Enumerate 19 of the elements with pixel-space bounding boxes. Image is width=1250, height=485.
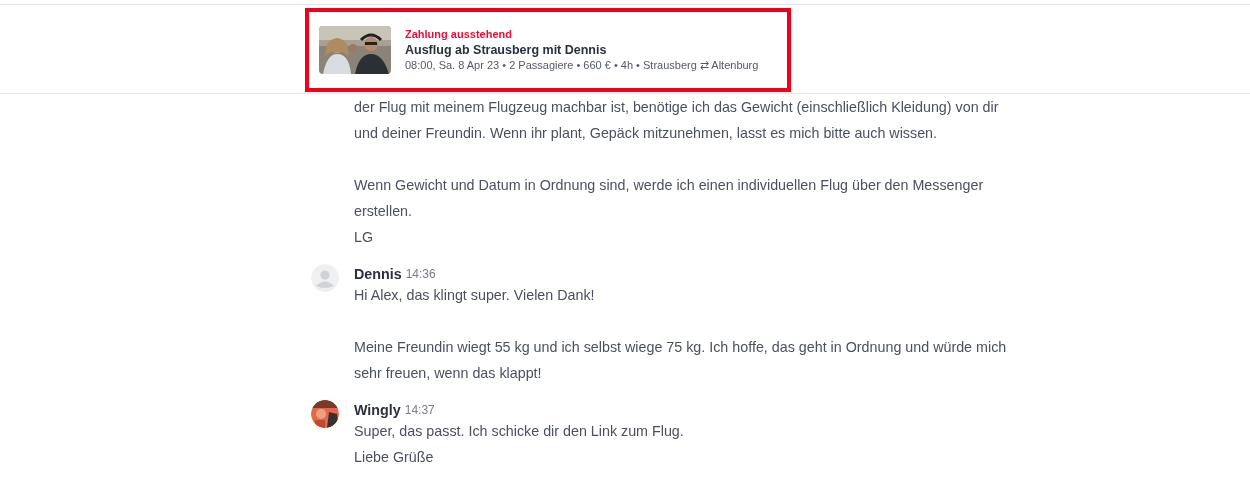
avatar-icon bbox=[311, 264, 339, 292]
message-text: Meine Freundin wiegt 55 kg und ich selbst wiege 75 kg. Ich hoffe, das geht in Ordnung und würde mich bbox=[354, 338, 1007, 357]
message-time: 14:36 bbox=[405, 267, 436, 282]
message-text: Wenn Gewicht und Datum in Ordnung sind, werde ich einen individuellen Flug über den Messenger bbox=[354, 176, 984, 195]
message-text: der Flug mit meinem Flugzeug machbar ist, benötige ich das Gewicht (einschließlich Kleidung) von dir bbox=[354, 98, 999, 117]
message-text: erstellen. bbox=[354, 202, 412, 221]
message-text: Liebe Grüße bbox=[354, 448, 434, 467]
message-text: Super, das passt. Ich schicke dir den Link zum Flug. bbox=[354, 422, 684, 441]
author-name: Wingly bbox=[354, 402, 401, 418]
message-time: 14:37 bbox=[404, 403, 435, 418]
message-text: Hi Alex, das klingt super. Vielen Dank! bbox=[354, 286, 595, 305]
booking-title: Ausflug ab Strausberg mit Dennis bbox=[405, 43, 608, 57]
booking-details: 08:00, Sa. 8 Apr 23 • 2 Passagiere • 660 € • 4h • Strausberg ⇄ Altenburg bbox=[405, 59, 759, 72]
status-label: Zahlung ausstehend bbox=[405, 28, 513, 40]
message-text: sehr freuen, wenn das klappt! bbox=[354, 364, 542, 383]
booking-card[interactable]: Zahlung ausstehend Ausflug ab Strausberg mit Dennis 08:00, Sa. 8 Apr 23 • 2 Passagiere • 660 € • 4h • Strausberg ⇄ Altenburg bbox=[305, 8, 791, 92]
message-text: und deiner Freundin. Wenn ihr plant, Gepäck mitzunehmen, lasst es mich bitte auch wissen. bbox=[354, 124, 938, 143]
message-text: LG bbox=[354, 228, 374, 247]
author-name: Dennis bbox=[354, 266, 402, 282]
